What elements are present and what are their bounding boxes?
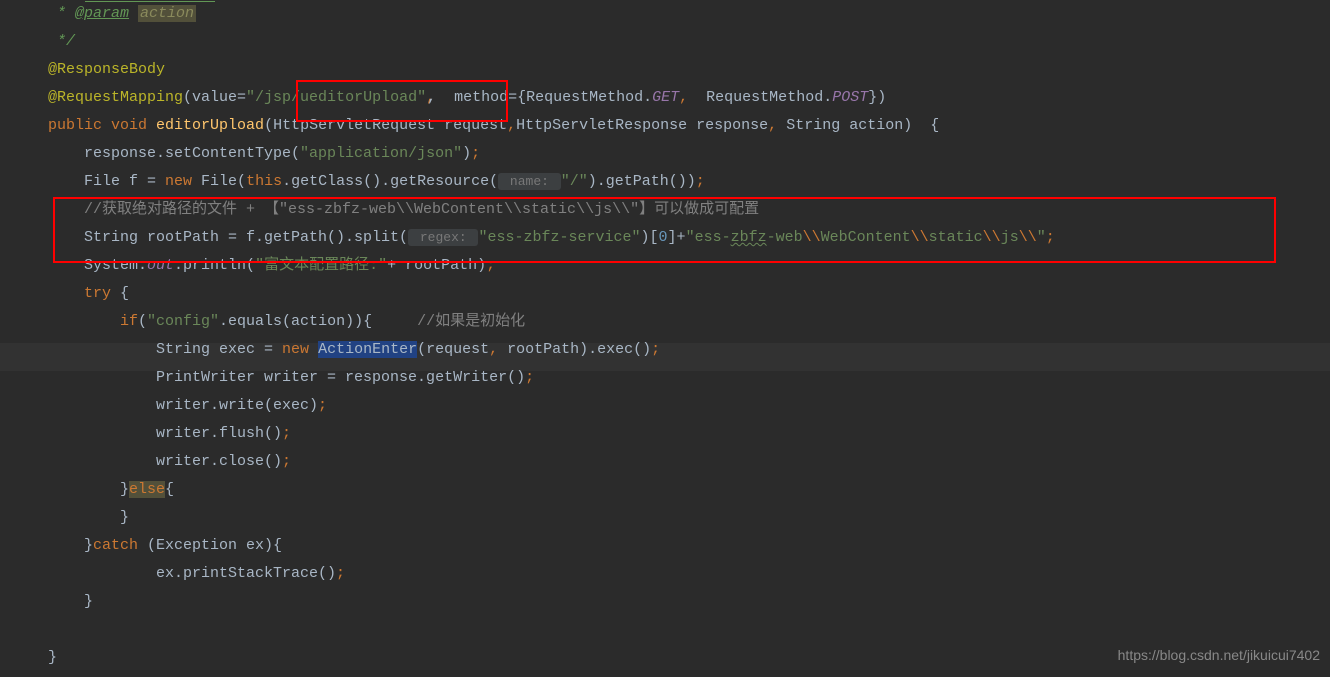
code-line[interactable]: }catch (Exception ex){ [48, 532, 1330, 560]
code-line[interactable]: } [48, 504, 1330, 532]
code-line[interactable]: @ResponseBody [48, 56, 1330, 84]
code-line[interactable]: writer.write(exec); [48, 392, 1330, 420]
code-line[interactable]: @RequestMapping(value="/jsp/ueditorUploa… [48, 84, 1330, 112]
code-line[interactable]: //获取绝对路径的文件 + 【"ess-zbfz-web\\WebContent… [48, 196, 1330, 224]
code-line[interactable]: */ [48, 28, 1330, 56]
code-line[interactable]: String rootPath = f.getPath().split( reg… [48, 224, 1330, 252]
code-line[interactable]: File f = new File(this.getClass().getRes… [48, 168, 1330, 196]
code-line[interactable]: System.out.println("富文本配置路径:"+ rootPath)… [48, 252, 1330, 280]
code-line[interactable]: public void editorUpload(HttpServletRequ… [48, 112, 1330, 140]
code-line[interactable]: PrintWriter writer = response.getWriter(… [48, 364, 1330, 392]
watermark-text: https://blog.csdn.net/jikuicui7402 [1118, 641, 1320, 669]
code-line[interactable]: * @param action [48, 0, 1330, 28]
code-line[interactable]: }else{ [48, 476, 1330, 504]
code-line[interactable]: if("config".equals(action)){ //如果是初始化 [48, 308, 1330, 336]
code-line[interactable]: response.setContentType("application/jso… [48, 140, 1330, 168]
code-line[interactable] [48, 616, 1330, 644]
top-underline-decoration [85, 0, 215, 2]
code-line[interactable]: writer.flush(); [48, 420, 1330, 448]
code-editor[interactable]: * @param action */ @ResponseBody @Reques… [0, 0, 1330, 672]
code-line[interactable]: String exec = new ActionEnter(request, r… [48, 336, 1330, 364]
code-line[interactable]: } [48, 588, 1330, 616]
code-line[interactable]: ex.printStackTrace(); [48, 560, 1330, 588]
code-line[interactable]: writer.close(); [48, 448, 1330, 476]
code-line[interactable]: try { [48, 280, 1330, 308]
